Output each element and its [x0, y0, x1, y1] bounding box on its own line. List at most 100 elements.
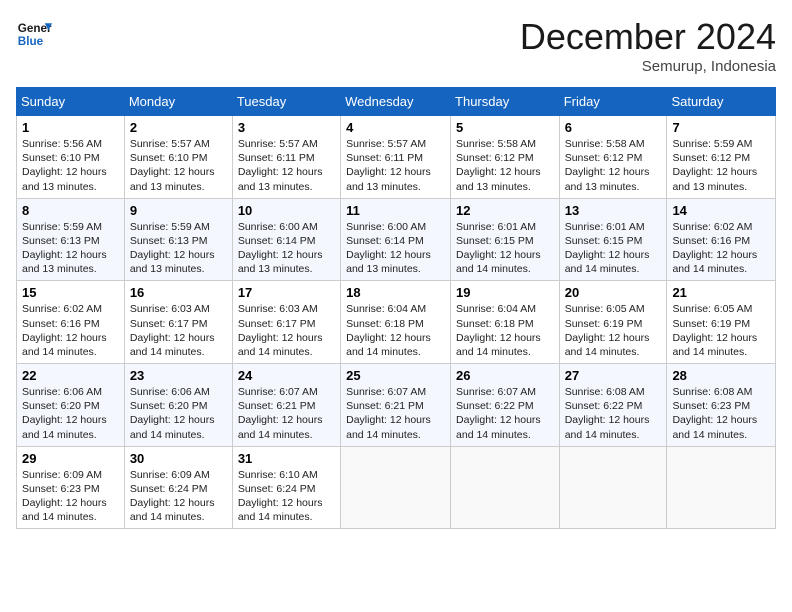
- calendar-cell: 30 Sunrise: 6:09 AM Sunset: 6:24 PM Dayl…: [124, 446, 232, 529]
- daylight-info: Daylight: 12 hours and 13 minutes.: [130, 166, 215, 192]
- calendar-cell: 8 Sunrise: 5:59 AM Sunset: 6:13 PM Dayli…: [17, 198, 125, 281]
- daylight-info: Daylight: 12 hours and 14 minutes.: [130, 414, 215, 440]
- day-number: 9: [130, 203, 227, 218]
- day-number: 1: [22, 120, 119, 135]
- sunrise-info: Sunrise: 6:08 AM: [672, 386, 752, 398]
- sunset-info: Sunset: 6:10 PM: [22, 152, 100, 164]
- calendar-cell: 28 Sunrise: 6:08 AM Sunset: 6:23 PM Dayl…: [667, 364, 776, 447]
- sunrise-info: Sunrise: 6:01 AM: [456, 221, 536, 233]
- sunrise-info: Sunrise: 6:05 AM: [565, 303, 645, 315]
- location: Semurup, Indonesia: [520, 58, 776, 75]
- calendar-cell: 29 Sunrise: 6:09 AM Sunset: 6:23 PM Dayl…: [17, 446, 125, 529]
- calendar-cell: 14 Sunrise: 6:02 AM Sunset: 6:16 PM Dayl…: [667, 198, 776, 281]
- calendar-table: SundayMondayTuesdayWednesdayThursdayFrid…: [16, 87, 776, 529]
- calendar-cell: [559, 446, 667, 529]
- daylight-info: Daylight: 12 hours and 14 minutes.: [672, 332, 757, 358]
- sunset-info: Sunset: 6:12 PM: [456, 152, 534, 164]
- calendar-cell: 26 Sunrise: 6:07 AM Sunset: 6:22 PM Dayl…: [451, 364, 560, 447]
- weekday-header-friday: Friday: [559, 88, 667, 116]
- day-number: 29: [22, 451, 119, 466]
- sunset-info: Sunset: 6:21 PM: [346, 400, 424, 412]
- calendar-body: 1 Sunrise: 5:56 AM Sunset: 6:10 PM Dayli…: [17, 116, 776, 529]
- day-number: 24: [238, 368, 335, 383]
- daylight-info: Daylight: 12 hours and 14 minutes.: [565, 414, 650, 440]
- daylight-info: Daylight: 12 hours and 13 minutes.: [238, 166, 323, 192]
- sunset-info: Sunset: 6:14 PM: [238, 235, 316, 247]
- day-number: 8: [22, 203, 119, 218]
- sunset-info: Sunset: 6:11 PM: [346, 152, 423, 164]
- daylight-info: Daylight: 12 hours and 13 minutes.: [130, 249, 215, 275]
- calendar-cell: 22 Sunrise: 6:06 AM Sunset: 6:20 PM Dayl…: [17, 364, 125, 447]
- day-number: 16: [130, 285, 227, 300]
- title-block: December 2024 Semurup, Indonesia: [520, 16, 776, 75]
- sunrise-info: Sunrise: 6:10 AM: [238, 469, 318, 481]
- sunset-info: Sunset: 6:22 PM: [565, 400, 643, 412]
- sunrise-info: Sunrise: 5:58 AM: [565, 138, 645, 150]
- sunset-info: Sunset: 6:20 PM: [130, 400, 208, 412]
- daylight-info: Daylight: 12 hours and 14 minutes.: [346, 414, 431, 440]
- day-number: 11: [346, 203, 445, 218]
- daylight-info: Daylight: 12 hours and 14 minutes.: [22, 414, 107, 440]
- calendar-cell: 25 Sunrise: 6:07 AM Sunset: 6:21 PM Dayl…: [341, 364, 451, 447]
- daylight-info: Daylight: 12 hours and 14 minutes.: [672, 249, 757, 275]
- calendar-header-row: SundayMondayTuesdayWednesdayThursdayFrid…: [17, 88, 776, 116]
- sunrise-info: Sunrise: 5:56 AM: [22, 138, 102, 150]
- calendar-cell: [341, 446, 451, 529]
- weekday-header-sunday: Sunday: [17, 88, 125, 116]
- sunrise-info: Sunrise: 6:09 AM: [22, 469, 102, 481]
- sunset-info: Sunset: 6:13 PM: [130, 235, 208, 247]
- sunrise-info: Sunrise: 6:01 AM: [565, 221, 645, 233]
- daylight-info: Daylight: 12 hours and 14 minutes.: [238, 497, 323, 523]
- day-number: 25: [346, 368, 445, 383]
- daylight-info: Daylight: 12 hours and 14 minutes.: [22, 332, 107, 358]
- sunset-info: Sunset: 6:18 PM: [346, 318, 424, 330]
- daylight-info: Daylight: 12 hours and 14 minutes.: [672, 414, 757, 440]
- calendar-cell: 19 Sunrise: 6:04 AM Sunset: 6:18 PM Dayl…: [451, 281, 560, 364]
- sunrise-info: Sunrise: 6:00 AM: [238, 221, 318, 233]
- sunset-info: Sunset: 6:21 PM: [238, 400, 316, 412]
- weekday-header-saturday: Saturday: [667, 88, 776, 116]
- sunset-info: Sunset: 6:24 PM: [238, 483, 316, 495]
- calendar-cell: 18 Sunrise: 6:04 AM Sunset: 6:18 PM Dayl…: [341, 281, 451, 364]
- sunset-info: Sunset: 6:11 PM: [238, 152, 315, 164]
- day-number: 21: [672, 285, 770, 300]
- calendar-cell: [667, 446, 776, 529]
- sunrise-info: Sunrise: 6:06 AM: [22, 386, 102, 398]
- page-header: General Blue December 2024 Semurup, Indo…: [16, 16, 776, 75]
- calendar-cell: 2 Sunrise: 5:57 AM Sunset: 6:10 PM Dayli…: [124, 116, 232, 199]
- sunrise-info: Sunrise: 6:09 AM: [130, 469, 210, 481]
- sunset-info: Sunset: 6:19 PM: [565, 318, 643, 330]
- calendar-cell: 16 Sunrise: 6:03 AM Sunset: 6:17 PM Dayl…: [124, 281, 232, 364]
- calendar-cell: 31 Sunrise: 6:10 AM Sunset: 6:24 PM Dayl…: [232, 446, 340, 529]
- sunset-info: Sunset: 6:14 PM: [346, 235, 424, 247]
- sunset-info: Sunset: 6:16 PM: [22, 318, 100, 330]
- day-number: 20: [565, 285, 662, 300]
- calendar-cell: 21 Sunrise: 6:05 AM Sunset: 6:19 PM Dayl…: [667, 281, 776, 364]
- daylight-info: Daylight: 12 hours and 13 minutes.: [238, 249, 323, 275]
- calendar-week-5: 29 Sunrise: 6:09 AM Sunset: 6:23 PM Dayl…: [17, 446, 776, 529]
- sunset-info: Sunset: 6:18 PM: [456, 318, 534, 330]
- calendar-cell: 13 Sunrise: 6:01 AM Sunset: 6:15 PM Dayl…: [559, 198, 667, 281]
- daylight-info: Daylight: 12 hours and 13 minutes.: [456, 166, 541, 192]
- daylight-info: Daylight: 12 hours and 14 minutes.: [238, 332, 323, 358]
- sunrise-info: Sunrise: 6:08 AM: [565, 386, 645, 398]
- day-number: 19: [456, 285, 554, 300]
- calendar-cell: 11 Sunrise: 6:00 AM Sunset: 6:14 PM Dayl…: [341, 198, 451, 281]
- sunrise-info: Sunrise: 6:04 AM: [456, 303, 536, 315]
- sunrise-info: Sunrise: 5:59 AM: [130, 221, 210, 233]
- daylight-info: Daylight: 12 hours and 14 minutes.: [456, 332, 541, 358]
- sunrise-info: Sunrise: 5:57 AM: [346, 138, 426, 150]
- day-number: 5: [456, 120, 554, 135]
- day-number: 13: [565, 203, 662, 218]
- calendar-cell: 9 Sunrise: 5:59 AM Sunset: 6:13 PM Dayli…: [124, 198, 232, 281]
- sunset-info: Sunset: 6:17 PM: [238, 318, 316, 330]
- day-number: 7: [672, 120, 770, 135]
- sunset-info: Sunset: 6:22 PM: [456, 400, 534, 412]
- daylight-info: Daylight: 12 hours and 14 minutes.: [565, 249, 650, 275]
- day-number: 10: [238, 203, 335, 218]
- calendar-cell: 6 Sunrise: 5:58 AM Sunset: 6:12 PM Dayli…: [559, 116, 667, 199]
- sunset-info: Sunset: 6:12 PM: [672, 152, 750, 164]
- logo: General Blue: [16, 16, 52, 52]
- day-number: 27: [565, 368, 662, 383]
- day-number: 6: [565, 120, 662, 135]
